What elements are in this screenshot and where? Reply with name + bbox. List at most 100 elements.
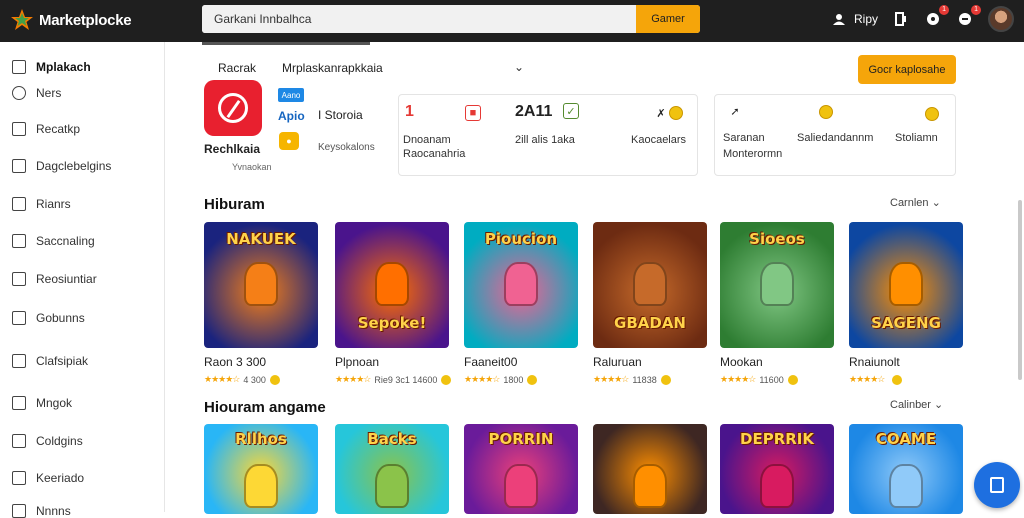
tag-icon xyxy=(12,396,26,410)
featured-link[interactable]: Apio xyxy=(278,109,305,123)
primary-cta-button[interactable]: Gocr kaplosahe xyxy=(858,55,956,84)
star-rating-icon: ★★★★☆ xyxy=(593,374,629,384)
chart-icon xyxy=(12,234,26,248)
game-tile-title: Sepoke! xyxy=(357,314,427,332)
game-character-art xyxy=(375,464,409,508)
rating-count: 1800 xyxy=(503,374,524,385)
sidebar-item-label: Mplakach xyxy=(36,60,91,74)
sidebar-item[interactable]: Coldgins xyxy=(12,434,83,448)
stat-label-8: Stoliamn xyxy=(895,132,938,144)
game-tile-title: COAME xyxy=(875,430,937,448)
game-character-art xyxy=(760,464,794,508)
notification-badge: 1 xyxy=(939,5,949,15)
game-name[interactable]: Mookan xyxy=(720,355,763,369)
check-icon: ✓ xyxy=(563,103,579,119)
grid-icon xyxy=(12,311,26,325)
logo[interactable]: Marketplocke xyxy=(10,8,132,32)
game-character-art xyxy=(633,262,667,306)
gift-icon xyxy=(12,434,26,448)
game-tile[interactable]: Pioucion xyxy=(464,222,578,348)
section-more-1[interactable]: Carnlen ⌄ xyxy=(890,196,941,209)
app-logo-icon xyxy=(218,93,248,123)
message-icon[interactable]: 1 xyxy=(956,5,981,28)
game-tile[interactable]: GBADAN xyxy=(593,222,707,348)
game-name[interactable]: Raon 3 300 xyxy=(204,355,266,369)
game-rating: ★★★★☆ 11600 xyxy=(720,374,798,385)
game-rating: ★★★★☆ 1800 xyxy=(464,374,538,385)
rating-count: Rie9 3c1 14600 xyxy=(374,374,438,385)
avatar[interactable] xyxy=(988,6,1014,32)
tab-underline xyxy=(202,42,370,45)
game-tile-title: Rllhos xyxy=(235,430,287,448)
scrollbar[interactable] xyxy=(1018,200,1022,380)
game-tile[interactable]: DEPRRIK xyxy=(720,424,834,514)
featured-app-subtitle: Yvnaokan xyxy=(232,162,272,172)
section-more-2[interactable]: Calinber ⌄ xyxy=(890,398,943,411)
coin-icon xyxy=(660,374,671,385)
filter-dropdown[interactable]: Racrak Mrplaskanrapkkaia ⌄ xyxy=(202,54,530,82)
sidebar-item[interactable]: Keeriado xyxy=(12,471,84,485)
coin-icon-2 xyxy=(819,105,833,119)
search-input[interactable] xyxy=(202,5,636,33)
box-icon xyxy=(12,272,26,286)
sidebar-item[interactable]: Dagclebelgins xyxy=(12,159,111,173)
game-tile[interactable]: COAME xyxy=(849,424,963,514)
game-rating: ★★★★☆ 11838 xyxy=(593,374,671,385)
game-name[interactable]: Plpnoan xyxy=(335,355,379,369)
notification-icon[interactable]: 1 xyxy=(924,5,949,28)
stats-card-primary: 1 ■ Dnoanam Raocanahria 2A11 ✓ 2ill alis… xyxy=(398,94,698,176)
chat-fab-button[interactable] xyxy=(974,462,1020,508)
featured-pill: Aano xyxy=(278,88,304,102)
sidebar-item[interactable]: Mngok xyxy=(12,396,72,410)
star-logo-icon xyxy=(11,9,33,30)
game-character-art xyxy=(760,262,794,306)
chevron-down-icon: ⌄ xyxy=(513,60,524,74)
game-tile-title: SAGENG xyxy=(871,314,941,332)
top-actions: Ripy 1 1 xyxy=(830,5,1014,32)
game-name[interactable]: Raluruan xyxy=(593,355,642,369)
filter-value: Mrplaskanrapkkaia xyxy=(282,61,383,75)
coin-icon xyxy=(527,374,538,385)
search-button[interactable]: Gamer xyxy=(636,5,700,33)
game-tile[interactable]: PORRIN xyxy=(464,424,578,514)
sidebar-item[interactable]: Ners xyxy=(12,86,61,100)
game-tile[interactable]: Backs xyxy=(335,424,449,514)
sidebar-item[interactable]: Gobunns xyxy=(12,311,85,325)
stat-label-4: Kaocaelars xyxy=(631,134,687,146)
game-tile[interactable]: NAKUEK xyxy=(204,222,318,348)
section-title-1: Hiburam xyxy=(204,196,265,213)
game-tile[interactable] xyxy=(593,424,707,514)
game-tile[interactable]: Rllhos xyxy=(204,424,318,514)
game-tile[interactable]: Sioeos xyxy=(720,222,834,348)
sidebar: Mplakach Ners Recatkp Dagclebelgins Rianrs Sa… xyxy=(0,42,165,518)
sidebar-item-label: Coldgins xyxy=(36,434,83,448)
sidebar-item-label: Nnnns xyxy=(36,504,71,518)
game-tile-title: Backs xyxy=(367,430,417,448)
stat-label-6: Monterormn xyxy=(723,148,783,160)
featured-app-name[interactable]: Rechlkaia xyxy=(204,142,260,156)
document-icon xyxy=(990,477,1004,493)
sidebar-item[interactable]: Recatkp xyxy=(12,122,80,136)
sidebar-item[interactable]: Reosiuntiar xyxy=(12,272,97,286)
game-tile-title: Pioucion xyxy=(484,230,558,248)
stat-label-7: Saliedandannm xyxy=(797,132,874,144)
message-badge: 1 xyxy=(971,5,981,15)
sidebar-item[interactable]: Rianrs xyxy=(12,197,71,211)
user-label[interactable]: Ripy xyxy=(854,12,878,26)
section-more-label-1: Carnlen xyxy=(890,197,929,209)
stat-label-5: Saranan xyxy=(723,132,765,144)
sidebar-item-label: Gobunns xyxy=(36,311,85,325)
featured-app-icon[interactable] xyxy=(204,80,262,136)
game-name[interactable]: Rnaiunolt xyxy=(849,355,900,369)
game-tile[interactable]: Sepoke! xyxy=(335,222,449,348)
user-icon[interactable] xyxy=(830,10,848,28)
sidebar-item[interactable]: Nnnns xyxy=(12,504,71,518)
sidebar-item[interactable]: Saccnaling xyxy=(12,234,95,248)
bookmark-icon[interactable] xyxy=(892,10,910,28)
help-icon xyxy=(12,504,26,518)
sidebar-item[interactable]: Clafsipiak xyxy=(12,354,88,368)
sidebar-item[interactable]: Mplakach xyxy=(12,60,91,74)
sidebar-item-label: Reosiuntiar xyxy=(36,272,97,286)
game-tile[interactable]: SAGENG xyxy=(849,222,963,348)
game-name[interactable]: Faaneit00 xyxy=(464,355,517,369)
